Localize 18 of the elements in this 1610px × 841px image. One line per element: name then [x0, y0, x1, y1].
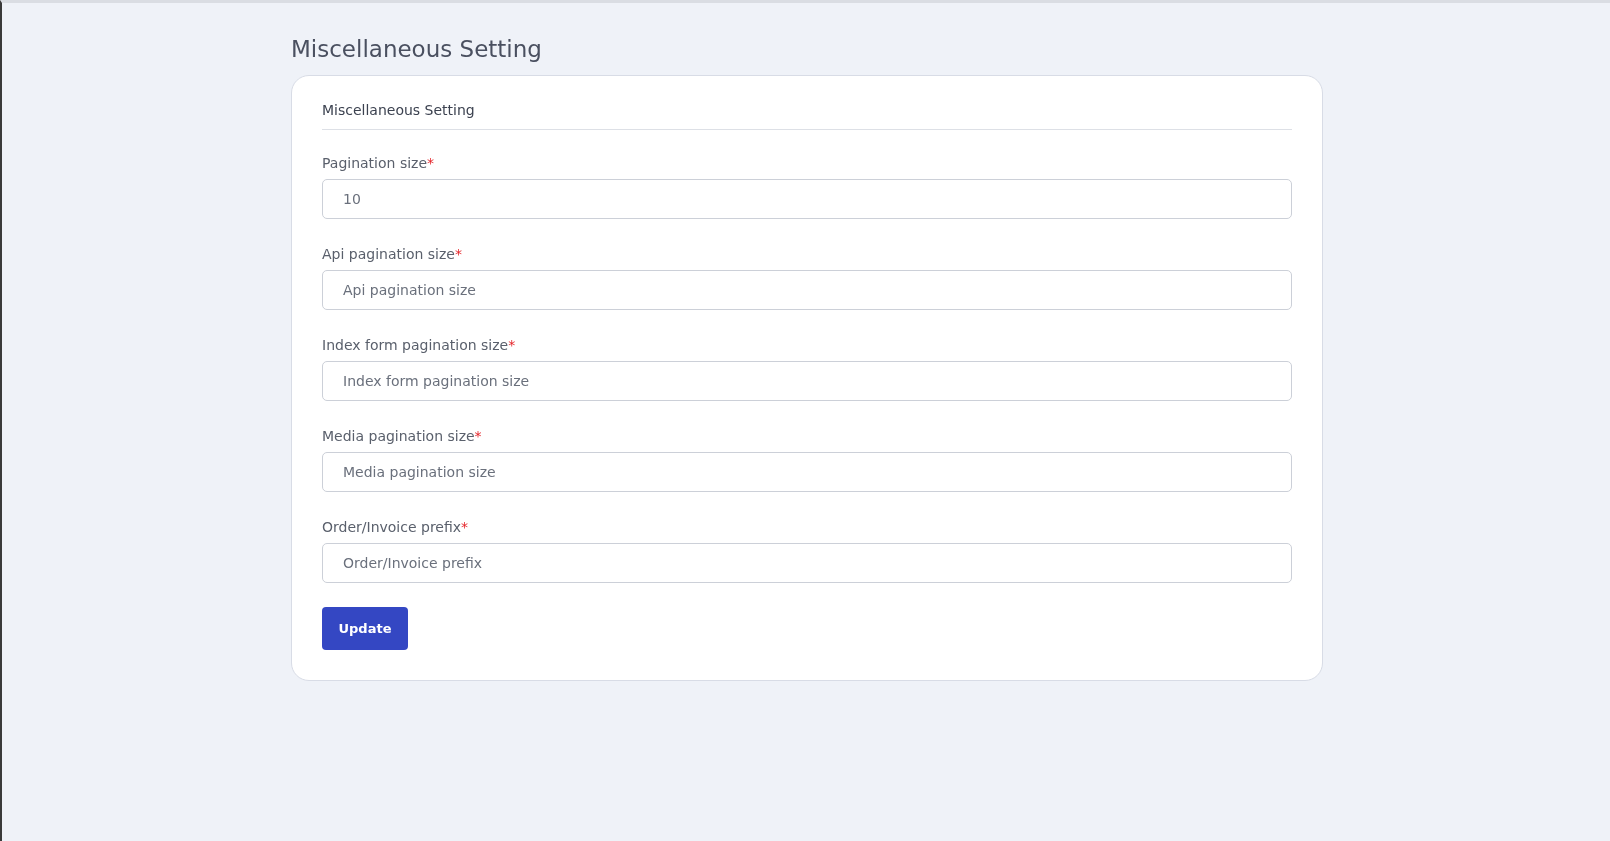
input-field[interactable]: Order/Invoice prefix [322, 543, 1292, 583]
field-label: Index form pagination size [322, 337, 509, 353]
required-mark: * [427, 155, 435, 171]
input-field[interactable]: Media pagination size [322, 452, 1292, 492]
input-field[interactable]: Api pagination size [322, 270, 1292, 310]
card-title: Miscellaneous Setting [322, 102, 1292, 130]
update-button[interactable]: Update [322, 607, 408, 650]
required-mark: * [461, 519, 469, 535]
field-label: Order/Invoice prefix [322, 519, 462, 535]
input-field[interactable]: 10 [322, 179, 1292, 219]
field-label: Pagination size [322, 155, 428, 171]
field-label: Media pagination size [322, 428, 475, 444]
required-mark: * [474, 428, 482, 444]
field-label: Api pagination size [322, 246, 455, 262]
page-title: Miscellaneous Setting [291, 35, 543, 64]
required-mark: * [508, 337, 516, 353]
required-mark: * [454, 246, 462, 262]
input-field[interactable]: Index form pagination size [322, 361, 1292, 401]
